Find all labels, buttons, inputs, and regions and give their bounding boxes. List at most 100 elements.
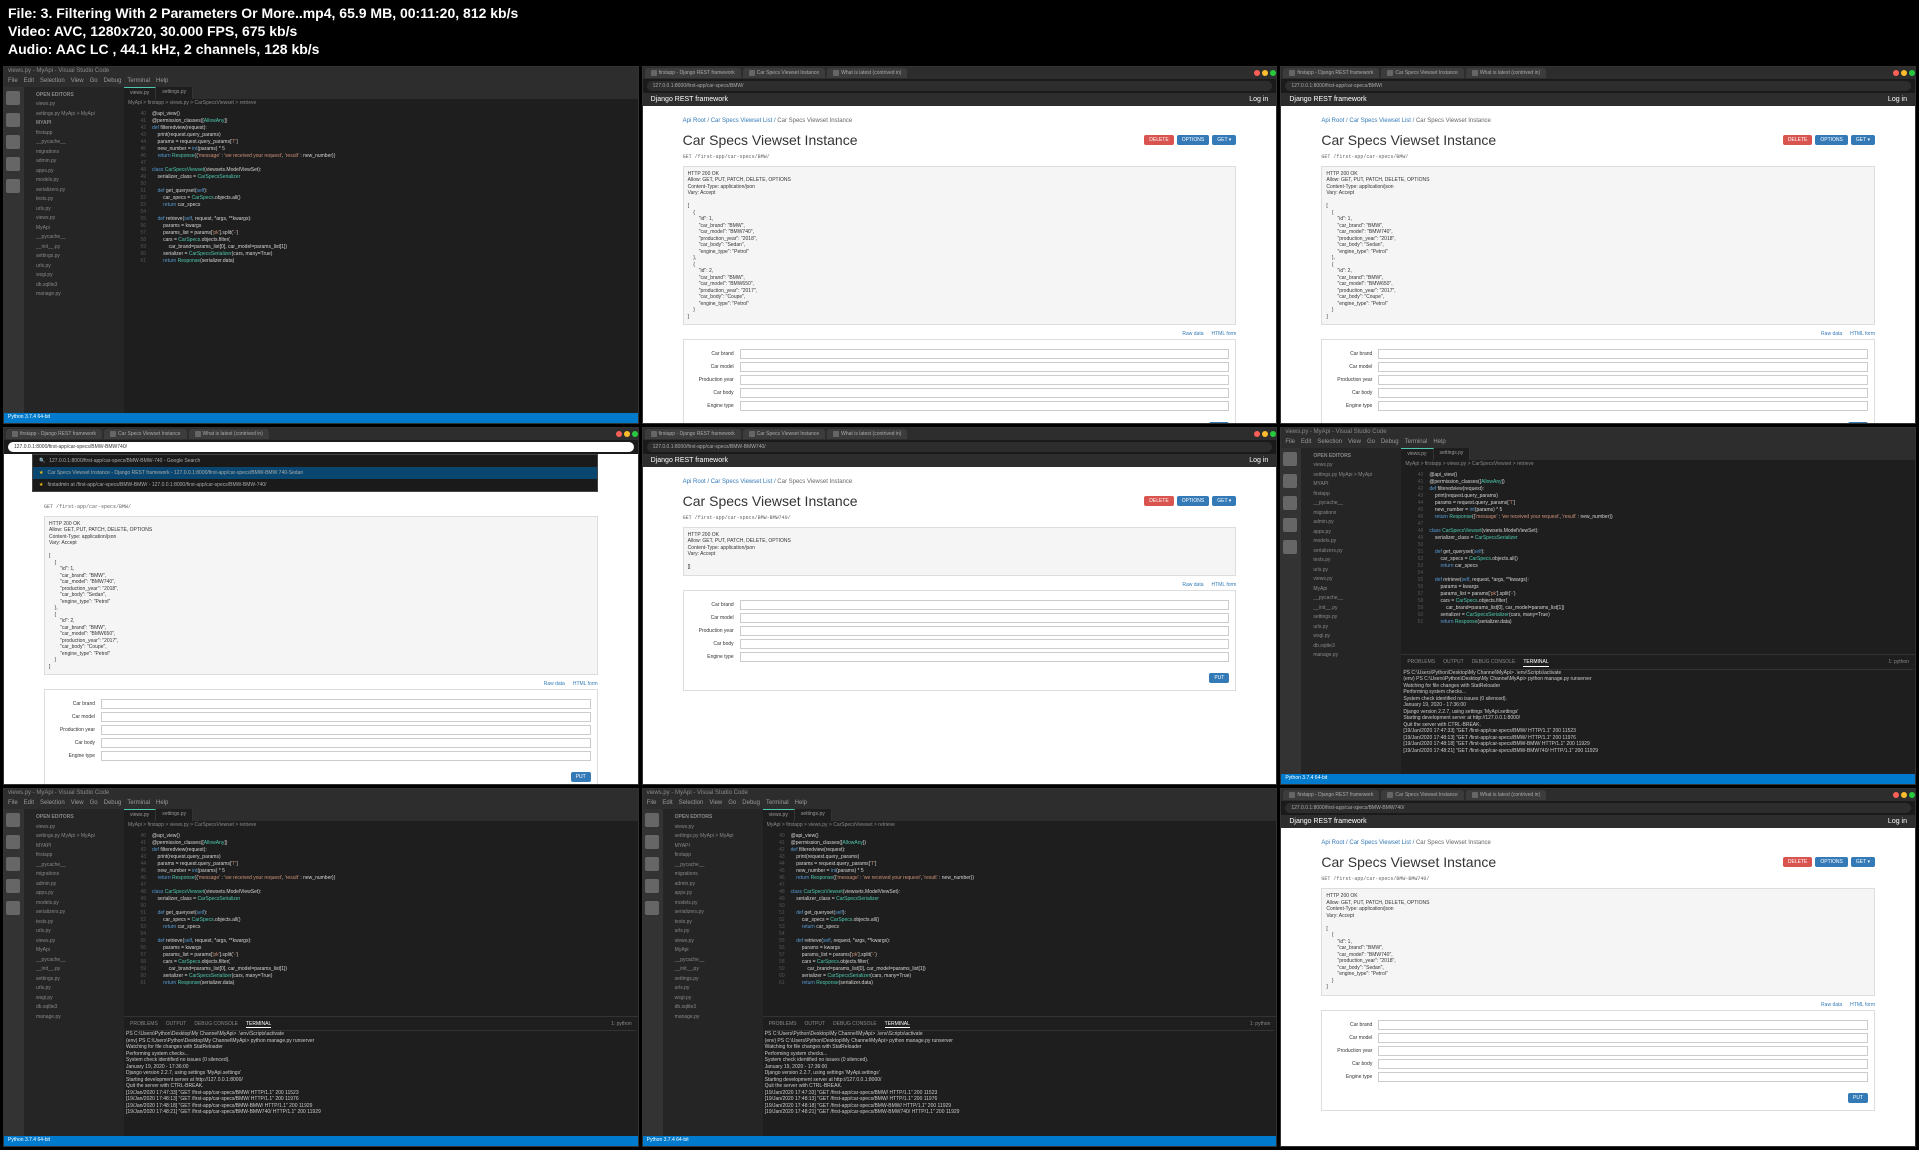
breadcrumb: MyApi > firstapp > views.py > CarSpecsVi… xyxy=(124,99,638,107)
git-icon[interactable] xyxy=(6,135,20,149)
browser-tab[interactable]: firstapp - Django REST framework xyxy=(645,68,741,78)
explorer-item[interactable]: tests.py xyxy=(28,195,120,205)
production-year-input[interactable] xyxy=(740,375,1230,385)
browser-tabs: firstapp - Django REST framework Car Spe… xyxy=(643,67,1277,79)
browser-tab[interactable]: Car Specs Viewset Instance xyxy=(104,429,186,439)
suggestion-item[interactable]: ★Car Specs Viewset Instance - Django RES… xyxy=(33,467,597,479)
browser-tab[interactable]: firstapp - Django REST framework xyxy=(6,429,102,439)
tab-settings[interactable]: settings.py xyxy=(156,87,193,99)
browser-tab[interactable]: Car Specs Viewset Instance xyxy=(743,68,825,78)
maximize-icon[interactable] xyxy=(1270,70,1276,76)
file-info-line2: Video: AVC, 1280x720, 30.000 FPS, 675 kb… xyxy=(8,22,1911,40)
minimize-icon[interactable] xyxy=(1262,70,1268,76)
explorer-item[interactable]: models.py xyxy=(28,176,120,186)
thumbnail-2-browser: firstapp - Django REST framework Car Spe… xyxy=(642,66,1278,424)
explorer-item[interactable]: manage.py xyxy=(28,290,120,300)
explorer-item[interactable]: views.py xyxy=(28,214,120,224)
menu-go[interactable]: Go xyxy=(90,78,98,86)
menu-terminal[interactable]: Terminal xyxy=(127,78,150,86)
explorer-item[interactable]: firstapp xyxy=(28,129,120,139)
login-link[interactable]: Log in xyxy=(1249,96,1268,103)
tab-raw[interactable]: Raw data xyxy=(1182,331,1203,337)
explorer-item[interactable]: serializers.py xyxy=(28,186,120,196)
tab-html[interactable]: HTML form xyxy=(1212,331,1237,337)
request-url: GET /first-app/car-specs/BMW/ xyxy=(683,152,1237,162)
explorer-item[interactable]: migrations xyxy=(28,148,120,158)
terminal[interactable]: PROBLEMSOUTPUTDEBUG CONSOLETERMINAL1: py… xyxy=(1401,654,1915,774)
code-editor[interactable]: 40@api_view()41@permission_classes([Allo… xyxy=(763,829,1277,1015)
field-label: Car brand xyxy=(690,351,740,357)
address-bar[interactable]: 127.0.0.1:8000/first-app/car-specs/BMW/ xyxy=(647,81,1273,91)
car-brand-input[interactable] xyxy=(740,349,1230,359)
menu-file[interactable]: File xyxy=(8,78,18,86)
status-bar: Python 3.7.4 64-bit xyxy=(4,413,638,423)
explorer-item[interactable]: wsgi.py xyxy=(28,271,120,281)
vscode-title: views.py - MyApi - Visual Studio Code xyxy=(4,67,638,77)
tab-views[interactable]: views.py xyxy=(124,87,156,99)
explorer-item[interactable]: MyApi xyxy=(28,224,120,234)
menu-edit[interactable]: Edit xyxy=(24,78,34,86)
put-button[interactable]: PUT xyxy=(1209,422,1229,423)
file-info-line1: File: 3. Filtering With 2 Parameters Or … xyxy=(8,4,1911,22)
field-label: Production year xyxy=(690,377,740,383)
terminal[interactable]: PROBLEMSOUTPUTDEBUG CONSOLETERMINAL1: py… xyxy=(763,1016,1277,1136)
browser-tab[interactable]: Car Specs Viewset Instance xyxy=(1381,68,1463,78)
menu-selection[interactable]: Selection xyxy=(40,78,65,86)
field-label: Car body xyxy=(690,390,740,396)
car-body-input[interactable] xyxy=(740,388,1230,398)
address-bar[interactable]: 127.0.0.1:8000/first-app/car-specs/BMW-B… xyxy=(8,442,634,452)
browser-tab[interactable]: What is latest (contrived in) xyxy=(189,429,269,439)
drf-brand: Django REST framework xyxy=(651,96,728,103)
explorer-item[interactable]: __init__.py xyxy=(28,243,120,253)
car-model-input[interactable] xyxy=(740,362,1230,372)
browser-tab[interactable]: firstapp - Django REST framework xyxy=(1283,68,1379,78)
explorer-icon[interactable] xyxy=(6,91,20,105)
explorer-item[interactable]: admin.py xyxy=(28,157,120,167)
explorer-item[interactable]: __pycache__ xyxy=(28,138,120,148)
file-info-line3: Audio: AAC LC , 44.1 kHz, 2 channels, 12… xyxy=(8,40,1911,58)
code-editor[interactable]: 40@api_view()41@permission_classes([Allo… xyxy=(1401,468,1915,654)
address-bar[interactable]: 127.0.0.1:8000/first-app/car-specs/BMW-B… xyxy=(647,442,1273,452)
address-bar[interactable]: 127.0.0.1:8000/first-app/car-specs/BMW-B… xyxy=(1285,803,1911,813)
suggestion-item[interactable]: ★firstadmin at /first-app/car-specs/BMW-… xyxy=(33,479,597,491)
suggestion-item[interactable]: 🔍127.0.0.1:8000/first-app/car-specs/BMW-… xyxy=(33,455,597,467)
address-suggestions: 🔍127.0.0.1:8000/first-app/car-specs/BMW-… xyxy=(32,454,598,492)
menu-view[interactable]: View xyxy=(71,78,84,86)
explorer-item[interactable]: settings.py xyxy=(28,252,120,262)
delete-button[interactable]: DELETE xyxy=(1144,135,1173,145)
close-icon[interactable] xyxy=(1254,70,1260,76)
explorer-item[interactable]: __pycache__ xyxy=(28,233,120,243)
browser-tab[interactable]: What is latest (contrived in) xyxy=(827,68,907,78)
explorer-item[interactable]: urls.py xyxy=(28,205,120,215)
vscode-menu: File Edit Selection View Go Debug Termin… xyxy=(4,77,638,87)
address-bar[interactable]: 127.0.0.1:8000/first-app/car-specs/BMW/ xyxy=(1285,81,1911,91)
thumbnail-8-vscode: views.py - MyApi - Visual Studio Code Fi… xyxy=(642,788,1278,1146)
debug-icon[interactable] xyxy=(6,157,20,171)
explorer-item[interactable]: urls.py xyxy=(28,262,120,272)
explorer-item[interactable]: db.sqlite3 xyxy=(28,281,120,291)
menu-help[interactable]: Help xyxy=(156,78,168,86)
engine-type-input[interactable] xyxy=(740,401,1230,411)
get-button[interactable]: GET ▾ xyxy=(1212,135,1236,145)
page-title: Car Specs Viewset Instance xyxy=(683,132,858,148)
explorer-item[interactable]: settings.py MyApi > MyApi xyxy=(28,110,120,120)
thumbnail-5-browser: firstapp - Django REST frameworkCar Spec… xyxy=(642,427,1278,785)
field-label: Engine type xyxy=(690,403,740,409)
drf-breadcrumb: Api Root / Car Specs Viewset List / Car … xyxy=(683,114,1237,128)
menu-debug[interactable]: Debug xyxy=(104,78,122,86)
explorer-title: OPEN EDITORS xyxy=(28,91,120,101)
terminal[interactable]: PROBLEMSOUTPUTDEBUG CONSOLETERMINAL1: py… xyxy=(124,1016,638,1136)
explorer-item[interactable]: MYAPI xyxy=(28,119,120,129)
code-editor[interactable]: 40@api_view()41@permission_classes([Allo… xyxy=(124,829,638,1015)
browser-tab[interactable]: What is latest (contrived in) xyxy=(1466,68,1546,78)
extensions-icon[interactable] xyxy=(6,179,20,193)
vscode-activity-bar xyxy=(4,87,24,413)
search-icon[interactable] xyxy=(6,113,20,127)
thumbnail-3-browser: firstapp - Django REST frameworkCar Spec… xyxy=(1280,66,1916,424)
code-editor[interactable]: 40@api_view()41@permission_classes([Allo… xyxy=(124,107,638,413)
thumbnail-1-vscode: views.py - MyApi - Visual Studio Code Fi… xyxy=(3,66,639,424)
explorer-item[interactable]: views.py xyxy=(28,100,120,110)
options-button[interactable]: OPTIONS xyxy=(1177,135,1210,145)
editor-tabs: views.py settings.py xyxy=(124,87,638,99)
explorer-item[interactable]: apps.py xyxy=(28,167,120,177)
